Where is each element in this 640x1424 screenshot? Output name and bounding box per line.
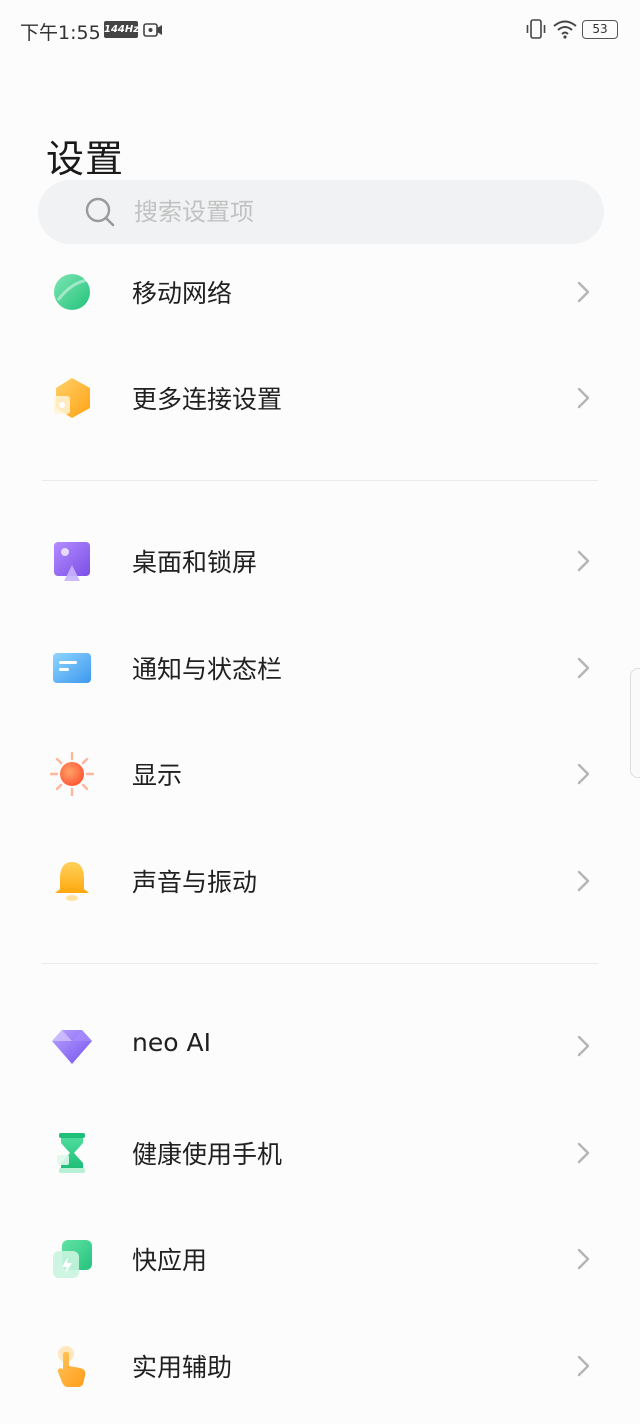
diamond-icon <box>52 1030 92 1064</box>
chevron-right-icon <box>577 763 590 785</box>
settings-item-label: 更多连接设置 <box>132 385 283 414</box>
settings-item-more-connections[interactable]: 更多连接设置 <box>0 358 640 438</box>
search-bar[interactable] <box>38 180 604 244</box>
accessibility-hand-icon <box>57 1346 86 1387</box>
settings-item-label: 实用辅助 <box>132 1353 233 1382</box>
vibrate-icon <box>526 19 546 39</box>
settings-item-notification[interactable]: 通知与状态栏 <box>0 628 640 708</box>
settings-item-neo-ai[interactable]: neo AI <box>0 1006 640 1086</box>
settings-item-label: 通知与状态栏 <box>132 655 283 684</box>
wallpaper-icon <box>54 542 90 581</box>
mobile-network-icon <box>54 274 90 310</box>
quick-app-icon <box>53 1240 92 1278</box>
settings-item-label: 桌面和锁屏 <box>132 548 258 577</box>
settings-item-wallpaper[interactable]: 桌面和锁屏 <box>0 521 640 601</box>
wifi-icon <box>553 20 577 39</box>
settings-item-label: 声音与振动 <box>132 868 258 897</box>
section-divider <box>42 480 598 481</box>
screen-record-icon <box>143 23 162 37</box>
battery-indicator: 53 <box>582 20 618 39</box>
chevron-right-icon <box>577 870 590 892</box>
search-input[interactable] <box>134 180 574 244</box>
chevron-right-icon <box>577 1035 590 1057</box>
chevron-right-icon <box>577 281 590 303</box>
settings-item-sound[interactable]: 声音与振动 <box>0 841 640 921</box>
settings-item-label: 显示 <box>132 761 183 790</box>
sound-bell-icon <box>55 862 89 901</box>
refresh-rate-badge: 144Hz <box>104 21 139 38</box>
status-bar: 下午1:55 144Hz 53 <box>0 0 640 60</box>
settings-item-accessibility[interactable]: 实用辅助 <box>0 1326 640 1406</box>
settings-item-healthy-use[interactable]: 健康使用手机 <box>0 1113 640 1193</box>
chevron-right-icon <box>577 1248 590 1270</box>
settings-item-mobile-network[interactable]: 移动网络 <box>0 252 640 332</box>
hourglass-icon <box>57 1133 85 1173</box>
settings-item-quick-app[interactable]: 快应用 <box>0 1219 640 1299</box>
settings-item-label: 健康使用手机 <box>132 1140 283 1169</box>
settings-item-display[interactable]: 显示 <box>0 734 640 814</box>
chevron-right-icon <box>577 1355 590 1377</box>
search-icon <box>85 197 115 227</box>
section-divider <box>42 963 598 964</box>
settings-item-label: 快应用 <box>132 1246 208 1275</box>
edge-scroll-handle[interactable] <box>630 668 640 778</box>
settings-item-label: 移动网络 <box>132 279 233 308</box>
page-title: 设置 <box>46 137 125 181</box>
chevron-right-icon <box>577 550 590 572</box>
more-connections-icon <box>54 378 90 418</box>
chevron-right-icon <box>577 1142 590 1164</box>
notification-icon <box>53 653 91 683</box>
settings-item-label: neo AI <box>132 1028 211 1057</box>
chevron-right-icon <box>577 387 590 409</box>
status-time: 下午1:55 <box>20 22 101 44</box>
display-sun-icon <box>50 752 94 796</box>
chevron-right-icon <box>577 657 590 679</box>
